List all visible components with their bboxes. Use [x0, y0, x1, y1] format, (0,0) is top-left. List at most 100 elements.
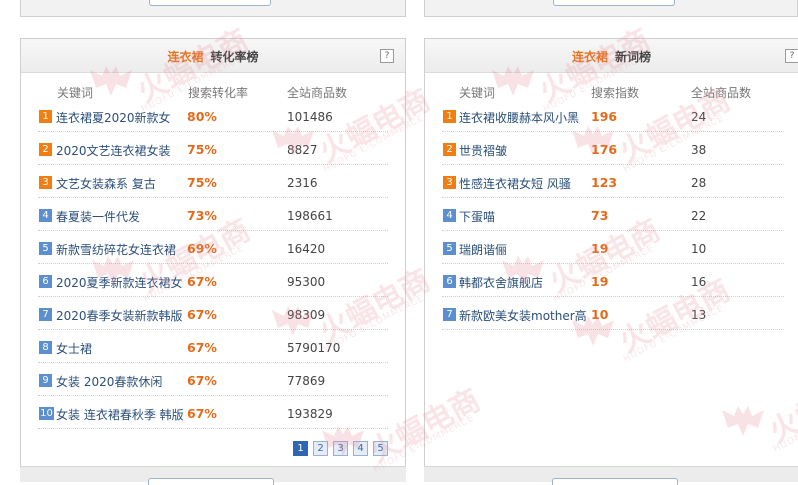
product-count: 10 [691, 242, 707, 256]
page-4-button[interactable]: 4 [353, 441, 368, 456]
keyword-link[interactable]: 2020文艺连衣裙女装 [56, 142, 171, 159]
panel-title: 连衣裙 转化率榜 [21, 48, 405, 65]
product-count: 5790170 [287, 341, 341, 355]
page-3-button[interactable]: 3 [333, 441, 348, 456]
rank-badge: 9 [39, 374, 52, 387]
keyword-link[interactable]: 2020夏季新款连衣裙女 [56, 274, 183, 291]
keyword-link[interactable]: 2020春季女装新款韩版 [56, 307, 183, 324]
help-icon[interactable]: ? [785, 49, 798, 63]
rank-badge: 3 [39, 176, 52, 189]
col-header-keyword: 关键词 [459, 86, 496, 100]
col-header-keyword: 关键词 [57, 86, 94, 100]
product-count: 98309 [287, 308, 326, 322]
rank-badge: 10 [39, 407, 54, 420]
row-divider [38, 230, 388, 231]
row-divider [442, 197, 784, 198]
keyword-link[interactable]: 世贵褶皱 [459, 142, 507, 159]
metric-value: 19 [591, 274, 609, 289]
keyword-link[interactable]: 文艺女装森系 复古 [56, 175, 156, 192]
metric-value: 10 [591, 307, 609, 322]
keyword-link[interactable]: 女装 2020春款休闲 [56, 373, 162, 390]
row-divider [38, 164, 388, 165]
rank-badge: 2 [39, 143, 52, 156]
panel-category: 连衣裙 [167, 50, 204, 64]
metric-value: 176 [591, 142, 618, 157]
row-divider [38, 428, 388, 429]
panel-title: 连衣裙 新词榜 [425, 48, 798, 65]
metric-value: 67% [187, 274, 217, 289]
keyword-link[interactable]: 新款欧美女装mother高 [459, 307, 587, 324]
product-count: 16420 [287, 242, 326, 256]
rank-badge: 5 [443, 242, 456, 255]
product-count: 95300 [287, 275, 326, 289]
help-icon[interactable]: ? [380, 49, 394, 63]
keyword-link[interactable]: 新款雪纺碎花女连衣裙 [56, 241, 176, 258]
product-count: 28 [691, 176, 707, 190]
keyword-link[interactable]: 连衣裙夏2020新款女 [56, 109, 171, 126]
product-count: 38 [691, 143, 707, 157]
keyword-link[interactable]: 韩都衣舍旗舰店 [459, 274, 543, 291]
row-divider [442, 329, 784, 330]
keyword-link[interactable]: 春夏装一件代发 [56, 208, 140, 225]
metric-value: 67% [187, 340, 217, 355]
page-2-button[interactable]: 2 [313, 441, 328, 456]
page-5-button[interactable]: 5 [373, 441, 388, 456]
metric-value: 75% [187, 175, 217, 190]
lower-panel-left-button[interactable] [148, 478, 274, 485]
product-count: 8827 [287, 143, 318, 157]
metric-value: 123 [591, 175, 618, 190]
product-count: 2316 [287, 176, 318, 190]
rank-badge: 4 [39, 209, 52, 222]
panel-title-text: 新词榜 [615, 50, 652, 64]
keyword-link[interactable]: 下蛋喵 [459, 208, 495, 225]
metric-value: 73 [591, 208, 609, 223]
rank-badge: 6 [443, 275, 456, 288]
row-divider [442, 263, 784, 264]
product-count: 77869 [287, 374, 326, 388]
metric-value: 67% [187, 373, 217, 388]
row-divider [442, 230, 784, 231]
row-divider [38, 296, 388, 297]
row-divider [38, 395, 388, 396]
row-divider [38, 362, 388, 363]
rank-badge: 6 [39, 275, 52, 288]
panel-category: 连衣裙 [571, 50, 608, 64]
keyword-link[interactable]: 女士裙 [56, 340, 92, 357]
upper-panel-left-button[interactable] [149, 0, 271, 6]
keyword-link[interactable]: 女装 连衣裙春秋季 韩版 [56, 406, 184, 423]
lower-panel-right-button[interactable] [552, 478, 678, 485]
upper-panel-right-button[interactable] [553, 0, 675, 6]
metric-value: 80% [187, 109, 217, 124]
product-count: 193829 [287, 407, 333, 421]
row-divider [38, 197, 388, 198]
product-count: 24 [691, 110, 707, 124]
product-count: 16 [691, 275, 707, 289]
keyword-link[interactable]: 连衣裙收腰赫本风小黑 [459, 109, 579, 126]
metric-value: 196 [591, 109, 618, 124]
metric-value: 75% [187, 142, 217, 157]
rank-badge: 3 [443, 176, 456, 189]
keyword-link[interactable]: 性感连衣裙女短 风骚 [459, 175, 571, 192]
rank-badge: 4 [443, 209, 456, 222]
row-divider [442, 164, 784, 165]
keyword-link[interactable]: 瑞朗谐俪 [459, 241, 507, 258]
rank-badge: 5 [39, 242, 52, 255]
rank-badge: 8 [39, 341, 52, 354]
metric-value: 69% [187, 241, 217, 256]
panel-header: 连衣裙 新词榜 ? [425, 39, 798, 73]
page-1-button[interactable]: 1 [293, 441, 308, 456]
rank-badge: 7 [39, 308, 52, 321]
lower-panel-left-header [20, 466, 406, 485]
panel-title-text: 转化率榜 [210, 50, 259, 64]
rank-badge: 7 [443, 308, 456, 321]
panel-header: 连衣裙 转化率榜 ? [21, 39, 405, 73]
row-divider [38, 329, 388, 330]
metric-value: 73% [187, 208, 217, 223]
metric-value: 19 [591, 241, 609, 256]
product-count: 13 [691, 308, 707, 322]
product-count: 101486 [287, 110, 333, 124]
rank-badge: 1 [39, 110, 52, 123]
col-header-metric: 搜索指数 [591, 86, 640, 100]
product-count: 22 [691, 209, 707, 223]
col-header-count: 全站商品数 [691, 86, 752, 100]
